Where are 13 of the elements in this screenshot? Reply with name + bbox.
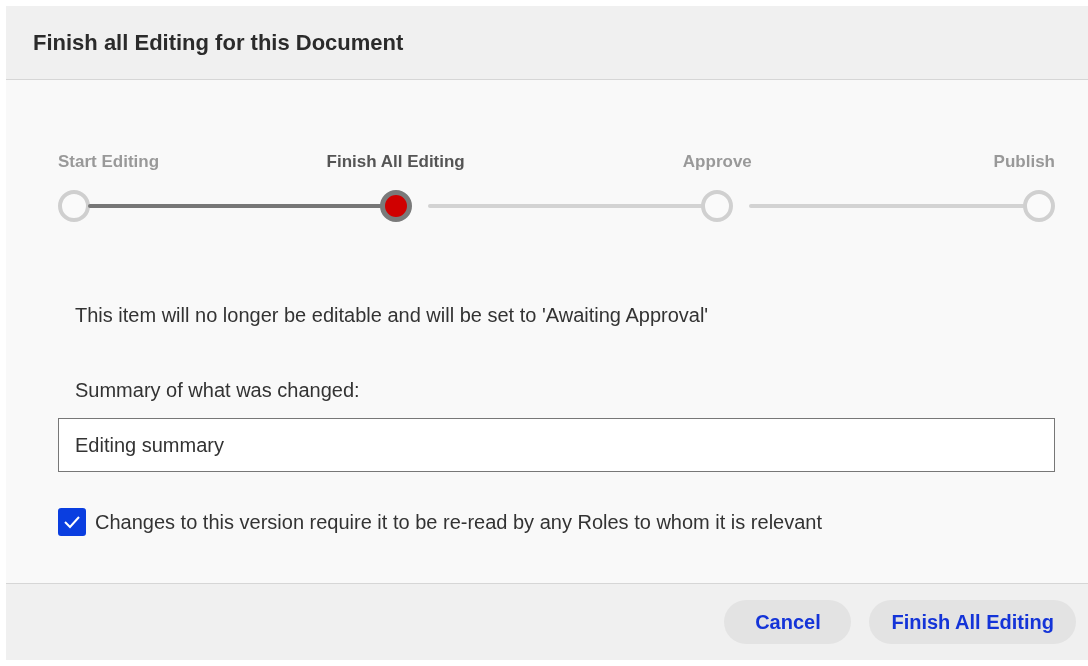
dialog-title: Finish all Editing for this Document bbox=[33, 29, 404, 56]
check-icon bbox=[63, 515, 81, 529]
info-message: This item will no longer be editable and will be set to 'Awaiting Approval' bbox=[75, 304, 710, 327]
field-label: Summary of what was changed: bbox=[75, 379, 361, 402]
step-label: Approve bbox=[682, 152, 752, 172]
checkbox-label: Changes to this version require it to be re-read by any Roles to whom it is relevant bbox=[95, 510, 823, 534]
step-label: Start Editing bbox=[58, 152, 160, 172]
cancel-button[interactable]: Cancel bbox=[724, 600, 852, 644]
checkbox[interactable] bbox=[58, 508, 86, 536]
step-label: Finish All Editing bbox=[326, 152, 465, 172]
summary-input[interactable]: Editing summary bbox=[58, 418, 1055, 472]
step-label: Publish bbox=[993, 152, 1055, 172]
finish-button[interactable]: Finish All Editing bbox=[869, 600, 1076, 644]
